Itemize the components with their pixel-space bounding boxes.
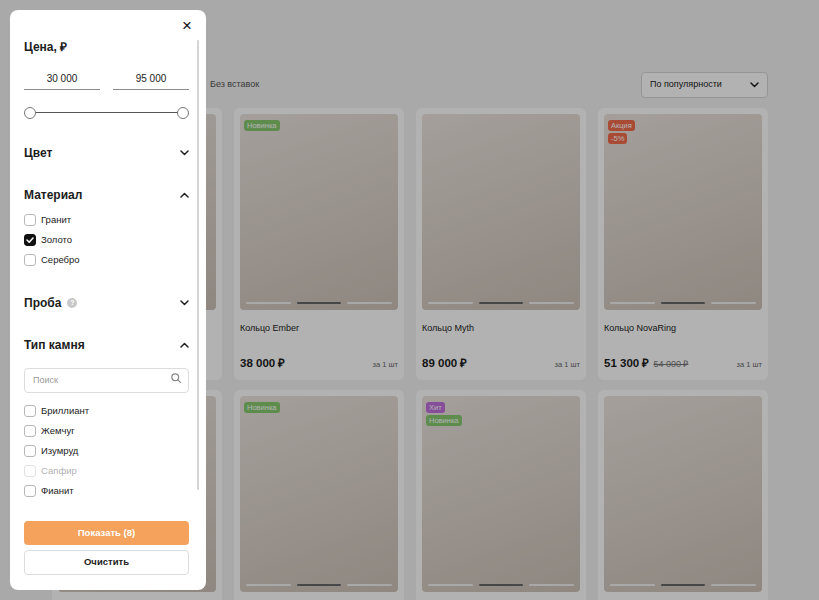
option-label: Золото bbox=[41, 233, 72, 247]
option-checkbox[interactable] bbox=[24, 485, 36, 497]
section-title: Материал bbox=[24, 186, 82, 204]
slider-fill bbox=[30, 112, 183, 113]
option-label: Фианит bbox=[41, 484, 74, 498]
option-checkbox[interactable] bbox=[24, 445, 36, 457]
filter-option[interactable]: Фианит bbox=[24, 481, 189, 501]
option-label: Гранит bbox=[41, 213, 71, 227]
section-header[interactable]: Цвет bbox=[24, 144, 189, 162]
slider-min-handle[interactable] bbox=[24, 107, 36, 119]
filter-option[interactable]: Бриллиант bbox=[24, 401, 189, 421]
option-checkbox[interactable] bbox=[24, 214, 36, 226]
filter-section: Цвет bbox=[24, 144, 189, 162]
filter-option[interactable]: Жемчуг bbox=[24, 421, 189, 441]
close-button[interactable]: × bbox=[180, 17, 194, 35]
option-checkbox[interactable] bbox=[24, 234, 36, 246]
option-checkbox bbox=[24, 465, 36, 477]
section-header[interactable]: Проба? bbox=[24, 294, 189, 312]
filter-footer: Показать (8) Очистить bbox=[10, 511, 206, 590]
option-checkbox[interactable] bbox=[24, 425, 36, 437]
option-label: Жемчуг bbox=[41, 424, 75, 438]
search-input[interactable] bbox=[24, 368, 189, 393]
option-label: Бриллиант bbox=[41, 404, 89, 418]
filter-section: Тип камня Бриллиант Жемчуг Изумруд Сапфир Фиа… bbox=[24, 336, 189, 501]
price-slider[interactable] bbox=[24, 106, 189, 120]
section-header[interactable]: Тип камня bbox=[24, 336, 189, 354]
check-icon bbox=[26, 237, 34, 243]
filter-panel: × Цена, ₽ Цвет Материал Гранит Золото Серебро П… bbox=[10, 10, 206, 590]
chevron-up-icon bbox=[180, 192, 189, 198]
section-header: Цена, ₽ bbox=[24, 38, 189, 56]
search-field bbox=[24, 366, 189, 393]
filter-option[interactable]: Гранит bbox=[24, 210, 189, 230]
option-list: Гранит Золото Серебро bbox=[24, 210, 189, 270]
option-label: Сапфир bbox=[41, 464, 77, 478]
price-max-input[interactable] bbox=[113, 68, 189, 90]
slider-max-handle[interactable] bbox=[177, 107, 189, 119]
filter-option[interactable]: Золото bbox=[24, 230, 189, 250]
option-checkbox[interactable] bbox=[24, 254, 36, 266]
section-title: Цена, ₽ bbox=[24, 38, 67, 56]
chevron-down-icon bbox=[180, 300, 189, 306]
option-label: Серебро bbox=[41, 253, 80, 267]
filter-option[interactable]: Серебро bbox=[24, 250, 189, 270]
filter-section: Цена, ₽ bbox=[24, 38, 189, 120]
price-inputs bbox=[24, 68, 189, 90]
option-list: Бриллиант Жемчуг Изумруд Сапфир Фианит bbox=[24, 401, 189, 501]
help-icon[interactable]: ? bbox=[67, 298, 77, 308]
apply-button[interactable]: Показать (8) bbox=[24, 521, 189, 545]
section-header[interactable]: Материал bbox=[24, 186, 189, 204]
chevron-up-icon bbox=[180, 342, 189, 348]
section-title: Проба bbox=[24, 294, 61, 312]
scrollbar[interactable] bbox=[197, 40, 199, 490]
clear-button[interactable]: Очистить bbox=[24, 550, 189, 575]
price-min-input[interactable] bbox=[24, 68, 100, 90]
section-title: Тип камня bbox=[24, 336, 85, 354]
option-checkbox[interactable] bbox=[24, 405, 36, 417]
chevron-down-icon bbox=[180, 150, 189, 156]
filter-option[interactable]: Изумруд bbox=[24, 441, 189, 461]
filter-scroll-area: Цена, ₽ Цвет Материал Гранит Золото Серебро Пр… bbox=[10, 10, 206, 511]
option-label: Изумруд bbox=[41, 444, 78, 458]
section-title: Цвет bbox=[24, 144, 52, 162]
filter-option: Сапфир bbox=[24, 461, 189, 481]
filter-section: Материал Гранит Золото Серебро bbox=[24, 186, 189, 270]
filter-section: Проба? bbox=[24, 294, 189, 312]
search-icon bbox=[171, 373, 181, 383]
